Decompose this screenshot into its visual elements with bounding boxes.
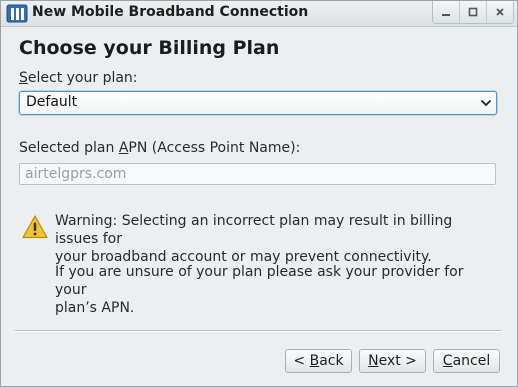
minimize-button[interactable] bbox=[433, 1, 459, 23]
hint-message: If you are unsure of your plan please as… bbox=[55, 263, 495, 317]
apn-label-accel: A bbox=[118, 140, 129, 156]
warning-icon bbox=[22, 215, 48, 239]
warning-message: Warning: Selecting an incorrect plan may… bbox=[55, 212, 495, 266]
window-controls bbox=[432, 1, 514, 24]
cancel-button-accel: C bbox=[442, 353, 453, 369]
dialog-window: New Mobile Broadband Connection Choose y… bbox=[0, 0, 518, 387]
maximize-icon bbox=[468, 7, 478, 17]
apn-label: Selected plan APN (Access Point Name): bbox=[19, 140, 300, 156]
chevron-down-icon bbox=[480, 99, 492, 107]
apn-label-after: PN (Access Point Name): bbox=[128, 140, 301, 156]
back-button-accel: B bbox=[309, 353, 320, 369]
apn-value: airtelgprs.com bbox=[25, 166, 127, 182]
next-button-label: ext > bbox=[378, 353, 417, 369]
apn-label-before: Selected plan bbox=[19, 140, 119, 156]
plan-label: Select your plan: bbox=[19, 70, 138, 86]
plan-label-accel: S bbox=[19, 70, 28, 86]
back-button-label: ack bbox=[319, 353, 344, 369]
window-title: New Mobile Broadband Connection bbox=[32, 4, 309, 20]
back-button-prefix: < bbox=[293, 353, 310, 369]
close-button[interactable] bbox=[486, 1, 513, 23]
maximize-button[interactable] bbox=[459, 1, 486, 23]
page-heading: Choose your Billing Plan bbox=[19, 37, 280, 59]
apn-field: airtelgprs.com bbox=[19, 163, 496, 185]
warning-line: Warning: Selecting an incorrect plan may… bbox=[55, 213, 453, 247]
cancel-button[interactable]: Cancel bbox=[433, 349, 500, 373]
hint-line: plan’s APN. bbox=[55, 300, 135, 316]
app-icon bbox=[6, 4, 28, 23]
next-button-accel: N bbox=[368, 353, 379, 369]
hint-line: If you are unsure of your plan please as… bbox=[55, 264, 464, 298]
title-bar[interactable]: New Mobile Broadband Connection bbox=[1, 1, 517, 27]
close-icon bbox=[496, 8, 504, 16]
cancel-button-label: ancel bbox=[452, 353, 491, 369]
separator bbox=[15, 330, 501, 332]
plan-select[interactable]: Default bbox=[19, 91, 497, 115]
plan-label-text: elect your plan: bbox=[27, 70, 138, 86]
back-button[interactable]: < Back bbox=[285, 349, 352, 373]
plan-select-value: Default bbox=[26, 94, 78, 110]
next-button[interactable]: Next > bbox=[359, 349, 426, 373]
minimize-icon bbox=[442, 14, 450, 16]
